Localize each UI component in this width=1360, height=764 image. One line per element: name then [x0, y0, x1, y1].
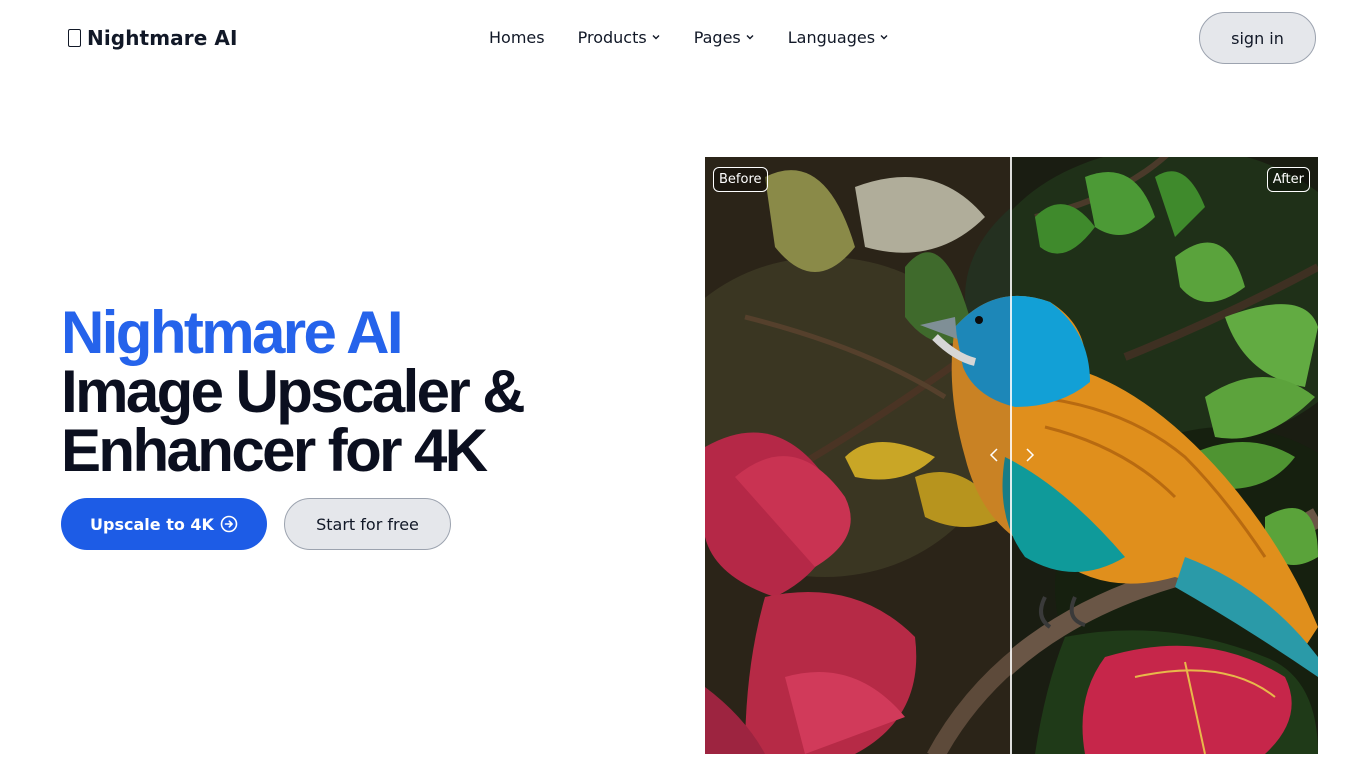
- chevron-left-icon[interactable]: [988, 447, 1000, 463]
- nav-item-label: Languages: [787, 27, 876, 47]
- nav-item-label: Homes: [489, 27, 545, 47]
- hero-title-line3: Enhancer for 4K: [61, 417, 488, 484]
- after-pane: [1011, 157, 1318, 754]
- cta-row: Upscale to 4K Start for free: [61, 498, 451, 550]
- bird-image-after: [1011, 157, 1318, 754]
- nav-item-label: Products: [577, 27, 647, 47]
- hero-title-accent: Nightmare AI: [61, 299, 404, 366]
- upscale-button-label: Upscale to 4K: [90, 514, 214, 534]
- before-after-compare[interactable]: Before After: [705, 157, 1318, 754]
- hero-title: Nightmare AI Image Upscaler & Enhancer f…: [61, 299, 681, 484]
- after-label: After: [1266, 167, 1310, 192]
- brand-name: Nightmare AI: [87, 26, 238, 50]
- main-nav: Homes Products Pages Languages: [489, 24, 889, 50]
- nav-item-homes[interactable]: Homes: [489, 28, 545, 47]
- nav-item-label: Pages: [693, 27, 741, 47]
- start-free-button[interactable]: Start for free: [284, 498, 451, 550]
- compare-divider[interactable]: [1010, 157, 1012, 754]
- arrow-right-circle-icon: [220, 515, 238, 533]
- before-label: Before: [713, 167, 768, 192]
- nav-item-languages[interactable]: Languages: [788, 28, 889, 47]
- sign-in-button[interactable]: sign in: [1199, 12, 1316, 64]
- logo-glyph-icon: [68, 29, 81, 47]
- nav-item-pages[interactable]: Pages: [694, 28, 755, 47]
- upscale-button[interactable]: Upscale to 4K: [61, 498, 267, 550]
- chevron-down-icon: [745, 32, 755, 42]
- chevron-right-icon[interactable]: [1024, 447, 1036, 463]
- chevron-down-icon: [879, 32, 889, 42]
- nav-item-products[interactable]: Products: [578, 28, 661, 47]
- chevron-down-icon: [651, 32, 661, 42]
- brand-logo[interactable]: Nightmare AI: [68, 25, 238, 51]
- hero-title-line2: Image Upscaler &: [61, 358, 526, 425]
